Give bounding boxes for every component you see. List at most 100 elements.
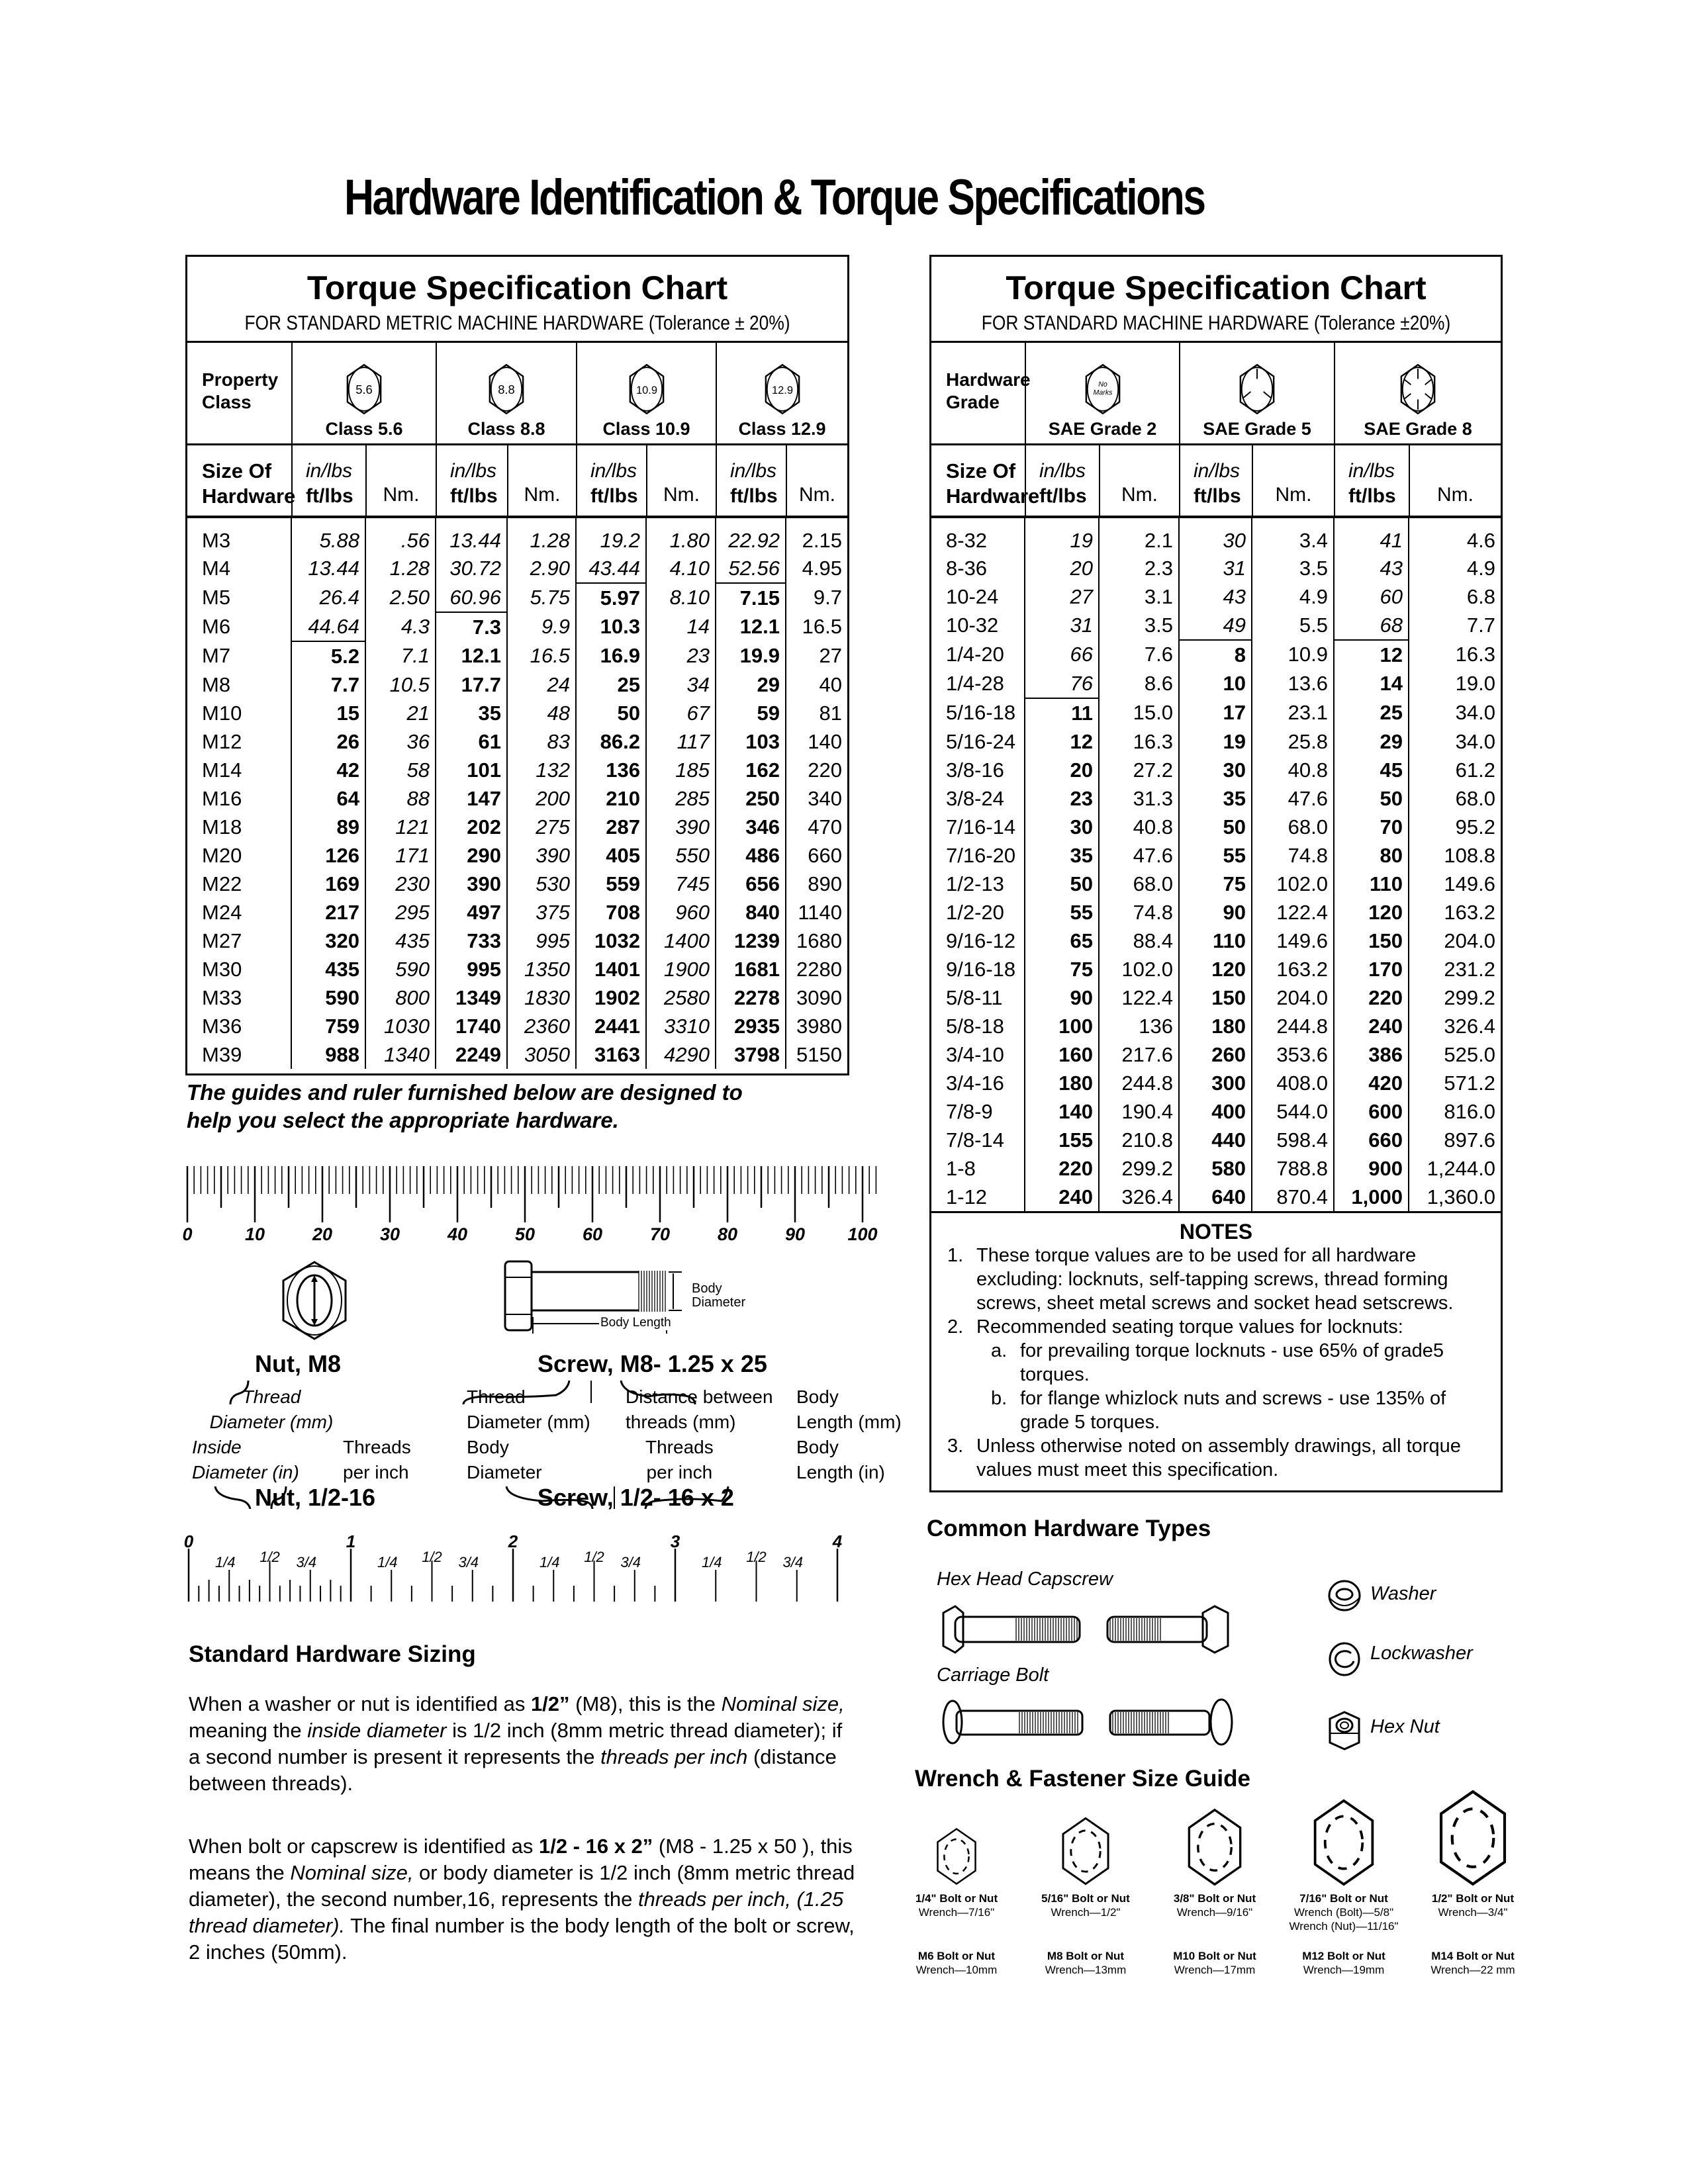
- unit-inlbs-ftlbs: in/lbs ft/lbs: [576, 445, 646, 516]
- wrench-size-hex-icon: [1062, 1817, 1109, 1886]
- note-text: for prevailing torque locknuts - use 65%…: [1020, 1340, 1444, 1385]
- ruler-label: 1: [346, 1535, 355, 1551]
- ruler-label: 70: [650, 1224, 670, 1244]
- label-line: Threads: [645, 1437, 714, 1457]
- torque-nm-cell: 890: [785, 870, 847, 898]
- unit-inlbs: in/lbs: [306, 460, 353, 482]
- torque-nm-cell: 4.6: [1408, 518, 1501, 554]
- torque-inlbs-ftlbs-cell: 1401: [575, 955, 646, 983]
- hardware-size-cell: M8: [202, 672, 231, 696]
- torque-nm-cell: 67: [645, 699, 716, 727]
- sae-size-label: 3/8" Bolt or Nut: [1173, 1892, 1256, 1905]
- torque-inlbs-ftlbs-cell: 435: [291, 955, 365, 983]
- torque-inlbs-ftlbs-cell: 100: [1024, 1012, 1099, 1040]
- torque-nm-cell: 3.4: [1251, 518, 1334, 554]
- torque-inlbs-ftlbs-cell: 1239: [715, 927, 786, 955]
- hardware-size-cell: 10-32: [946, 614, 999, 637]
- washer-label: Washer: [1370, 1583, 1436, 1604]
- nut-half-inch-label: Nut, 1/2-16: [255, 1484, 376, 1511]
- ruler-label: 3: [671, 1535, 680, 1551]
- torque-nm-cell: 244.8: [1251, 1012, 1334, 1040]
- note-item: 3. Unless otherwise noted on assembly dra…: [947, 1434, 1485, 1482]
- torque-nm-cell: 210.8: [1098, 1126, 1179, 1154]
- wrench-guide-item: 3/8" Bolt or Nut Wrench—9/16": [1155, 1891, 1274, 1919]
- table-row: 8-32 19 2.1 30 3.4 41 4.6: [931, 518, 1501, 554]
- ruler-label: 1/4: [539, 1554, 560, 1570]
- svg-text:12.9: 12.9: [772, 385, 793, 396]
- text-run: (M8), this is the: [569, 1692, 722, 1715]
- torque-inlbs-ftlbs-cell: 10.3: [575, 612, 646, 641]
- hardware-size-cell: 10-24: [946, 584, 999, 608]
- torque-inlbs-ftlbs-cell: 42: [291, 756, 365, 784]
- torque-inlbs-ftlbs-cell: 14: [1333, 669, 1409, 698]
- torque-nm-cell: 149.6: [1251, 927, 1334, 955]
- label-line: Body: [796, 1387, 839, 1407]
- torque-nm-cell: 8.10: [645, 583, 716, 612]
- torque-nm-cell: 10.9: [1251, 640, 1334, 669]
- torque-inlbs-ftlbs-cell: 25: [575, 670, 646, 699]
- torque-nm-cell: 5.5: [1251, 611, 1334, 640]
- torque-inlbs-ftlbs-cell: 110: [1178, 927, 1252, 955]
- ruler-label: 3/4: [782, 1554, 803, 1570]
- sae-chart-header: Torque Specification Chart FOR STANDARD …: [931, 257, 1501, 343]
- torque-inlbs-ftlbs-cell: 162: [715, 756, 786, 784]
- torque-inlbs-ftlbs-cell: 1,000: [1333, 1183, 1409, 1211]
- metric-wrench-label: Wrench—17mm: [1174, 1964, 1256, 1976]
- unit-nm: Nm.: [1252, 445, 1334, 516]
- torque-nm-cell: 544.0: [1251, 1097, 1334, 1126]
- property-class-cell-label: Class 12.9: [738, 419, 826, 439]
- label-line: per inch: [343, 1462, 409, 1482]
- torque-inlbs-ftlbs-cell: 17.7: [435, 670, 507, 699]
- torque-nm-cell: 27: [785, 641, 847, 670]
- torque-inlbs-ftlbs-cell: 89: [291, 813, 365, 841]
- torque-nm-cell: 6.8: [1408, 582, 1501, 611]
- nut-m8-diagram-icon: [282, 1261, 347, 1340]
- torque-nm-cell: 390: [506, 841, 576, 870]
- torque-inlbs-ftlbs-cell: 708: [575, 898, 646, 927]
- torque-inlbs-ftlbs-cell: 220: [1333, 983, 1409, 1012]
- wrench-guide-item: 1/4" Bolt or Nut Wrench—7/16": [897, 1891, 1016, 1919]
- torque-inlbs-ftlbs-cell: 50: [1024, 870, 1099, 898]
- metric-chart-header: Torque Specification Chart FOR STANDARD …: [187, 257, 847, 343]
- torque-inlbs-ftlbs-cell: 20: [1024, 554, 1099, 582]
- torque-inlbs-ftlbs-cell: 180: [1178, 1012, 1252, 1040]
- torque-inlbs-ftlbs-cell: 3163: [575, 1040, 646, 1069]
- torque-inlbs-ftlbs-cell: 400: [1178, 1097, 1252, 1126]
- torque-inlbs-ftlbs-cell: 1681: [715, 955, 786, 983]
- metric-size-label: M10 Bolt or Nut: [1173, 1950, 1256, 1962]
- torque-inlbs-ftlbs-cell: 44.64: [291, 612, 365, 642]
- torque-inlbs-ftlbs-cell: 5.97: [575, 583, 646, 612]
- screw-thread-diameter-label: Thread Diameter (mm): [467, 1385, 590, 1435]
- torque-nm-cell: 24: [506, 670, 576, 699]
- table-row: M30 435 590 995 1350 1401 1900 1681 2280: [187, 955, 847, 983]
- torque-nm-cell: 788.8: [1251, 1154, 1334, 1183]
- torque-nm-cell: 31.3: [1098, 784, 1179, 813]
- metric-size-label: M8 Bolt or Nut: [1047, 1950, 1125, 1962]
- hardware-size-cell: 9/16-18: [946, 957, 1016, 981]
- torque-nm-cell: 897.6: [1408, 1126, 1501, 1154]
- torque-inlbs-ftlbs-cell: 300: [1178, 1069, 1252, 1097]
- torque-inlbs-ftlbs-cell: 50: [1178, 813, 1252, 841]
- torque-nm-cell: 40.8: [1251, 756, 1334, 784]
- ruler-label: 1/2: [259, 1549, 280, 1565]
- torque-inlbs-ftlbs-cell: 1349: [435, 983, 507, 1012]
- torque-inlbs-ftlbs-cell: 420: [1333, 1069, 1409, 1097]
- unit-ftlbs: ft/lbs: [590, 485, 638, 507]
- size-of-hardware-header: Size Of Hardware: [202, 459, 296, 508]
- note-number: a.: [991, 1340, 1008, 1361]
- notes-list: 1. These torque values are to be used for…: [947, 1244, 1485, 1482]
- label-line: threads (mm): [626, 1412, 736, 1432]
- torque-nm-cell: 21: [365, 699, 436, 727]
- torque-inlbs-ftlbs-cell: 390: [435, 870, 507, 898]
- torque-nm-cell: 27.2: [1098, 756, 1179, 784]
- torque-inlbs-ftlbs-cell: 13.44: [291, 554, 365, 583]
- torque-nm-cell: 117: [645, 727, 716, 756]
- torque-nm-cell: 34.0: [1408, 698, 1501, 727]
- hardware-size-cell: M22: [202, 872, 242, 895]
- torque-nm-cell: 2.3: [1098, 554, 1179, 582]
- class-12-9-hex-icon: 12.9: [765, 363, 800, 415]
- torque-inlbs-ftlbs-cell: 27: [1024, 582, 1099, 611]
- hardware-size-cell: M10: [202, 701, 242, 725]
- torque-inlbs-ftlbs-cell: 23: [1024, 784, 1099, 813]
- table-row: 7/16-20 35 47.6 55 74.8 80 108.8: [931, 841, 1501, 870]
